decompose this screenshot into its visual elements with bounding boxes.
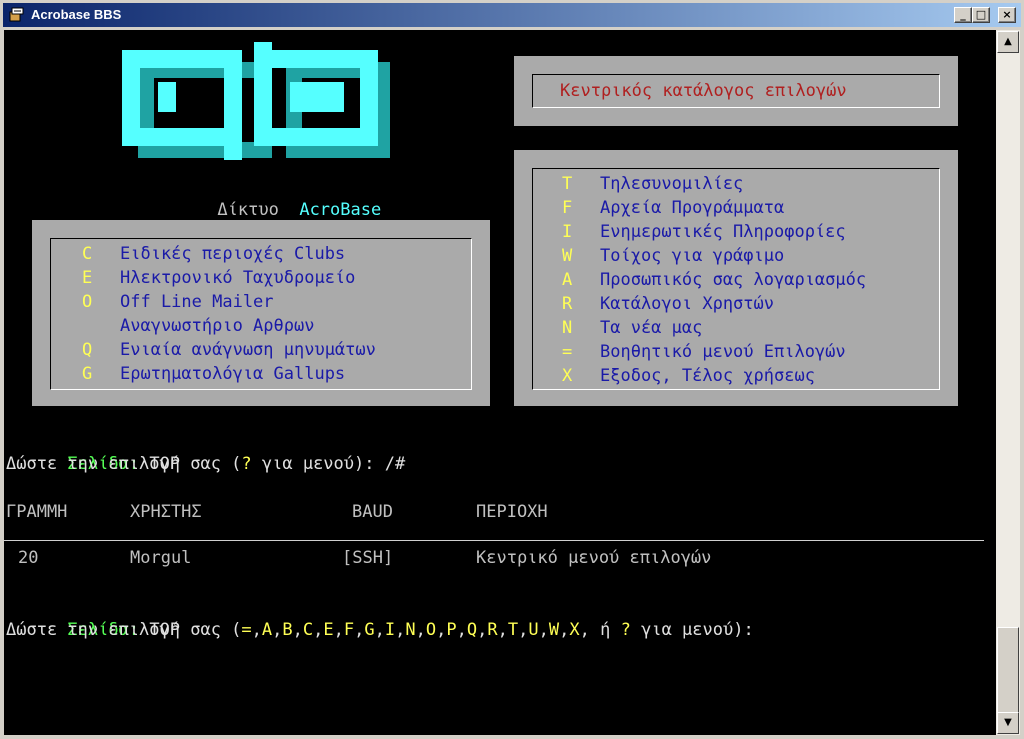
right-menu-item-key: R (562, 294, 573, 314)
right-menu-item-key: = (562, 342, 573, 362)
right-menu-item-key: X (562, 366, 573, 386)
prompt-line-1: Δώστε την επιλογή σας (? για μενού): /# (6, 454, 406, 474)
scroll-down-arrow-icon[interactable]: ▼ (997, 712, 1019, 734)
column-header-user: ΧΡΗΣΤΗΣ (130, 502, 202, 522)
menu-title: Κεντρικός κατάλογος επιλογών (560, 81, 847, 101)
table-divider (4, 540, 984, 541)
right-menu-item-label: Ενημερωτικές Πληροφορίες (600, 222, 846, 242)
left-menu-item-key: C (82, 244, 93, 264)
left-menu-item-key: O (82, 292, 93, 312)
left-menu-item-label: Ηλεκτρονικό Ταχυδρομείο (120, 268, 356, 288)
app-window: Acrobase BBS _ □ × Δίκτυο AcroBase Κεντρ… (0, 0, 1024, 739)
cell-user: Morgul (130, 548, 192, 568)
right-menu-item-label: Προσωπικός σας λογαριασμός (600, 270, 867, 290)
right-menu-item-label: Κατάλογοι Χρηστών (600, 294, 774, 314)
left-menu-item-label: Ειδικές περιοχές Clubs (120, 244, 346, 264)
right-menu-item-key: A (562, 270, 573, 290)
left-menu-item-key: G (82, 364, 93, 384)
cell-area: Κεντρικό μενού επιλογών (476, 548, 712, 568)
right-menu-item-key: T (562, 174, 573, 194)
left-menu-item-label: Ενιαία ανάγνωση μηνυμάτων (120, 340, 376, 360)
left-menu-item-label: Ερωτηματολόγια Gallups (120, 364, 346, 384)
right-menu-item-label: Βοηθητικό μενού Επιλογών (600, 342, 846, 362)
title-bar[interactable]: Acrobase BBS _ □ × (3, 3, 1021, 27)
left-menu-item-label: Αναγνωστήριο Αρθρων (120, 316, 315, 336)
right-menu-item-key: W (562, 246, 573, 266)
acrobase-logo (122, 42, 390, 160)
window-title: Acrobase BBS (31, 7, 122, 22)
logo-network-label: Δίκτυο (217, 200, 279, 220)
maximize-button[interactable]: □ (972, 7, 990, 23)
column-header-baud: BAUD (352, 502, 393, 522)
column-header-area: ΠΕΡΙΟΧΗ (476, 502, 548, 522)
left-menu-item-label: Off Line Mailer (120, 292, 274, 312)
column-header-line: ΓΡΑΜΜΗ (6, 502, 68, 522)
close-button[interactable]: × (998, 7, 1016, 23)
right-menu-item-label: Τηλεσυνομιλίες (600, 174, 744, 194)
left-menu-item-key: Q (82, 340, 93, 360)
cell-baud: [SSH] (342, 548, 394, 568)
right-menu-item-label: Αρχεία Προγράμματα (600, 198, 785, 218)
scrollbar-thumb[interactable] (997, 627, 1019, 713)
terminal-screen[interactable]: Δίκτυο AcroBase Κεντρικός κατάλογος επιλ… (4, 30, 996, 735)
left-menu-item-key: E (82, 268, 93, 288)
right-menu-panel: T Τηλεσυνομιλίες F Αρχεία Προγράμματα I Ενημε… (514, 150, 958, 406)
scroll-up-arrow-icon[interactable]: ▲ (997, 31, 1019, 53)
left-menu-panel: C Ειδικές περιοχές Clubs E Ηλεκτρονικό Ταχυ… (32, 220, 490, 406)
right-menu-item-label: Τα νέα μας (600, 318, 703, 338)
prompt-line-2[interactable]: Δώστε την επιλογή σας (=,A,B,C,E,F,G,I,N… (6, 618, 754, 642)
menu-title-panel: Κεντρικός κατάλογος επιλογών (514, 56, 958, 126)
right-menu-item-key: N (562, 318, 573, 338)
minimize-button[interactable]: _ (954, 7, 972, 23)
right-menu-item-key: I (562, 222, 573, 242)
right-menu-item-key: F (562, 198, 573, 218)
app-icon (9, 7, 24, 22)
vertical-scrollbar[interactable]: ▲ ▼ (996, 30, 1020, 735)
cell-line: 20 (18, 548, 39, 568)
right-menu-item-label: Τοίχος για γράφιμο (600, 246, 785, 266)
right-menu-item-label: Εξοδος, Τέλος χρήσεως (600, 366, 815, 386)
logo-network-name: AcroBase (299, 200, 382, 220)
